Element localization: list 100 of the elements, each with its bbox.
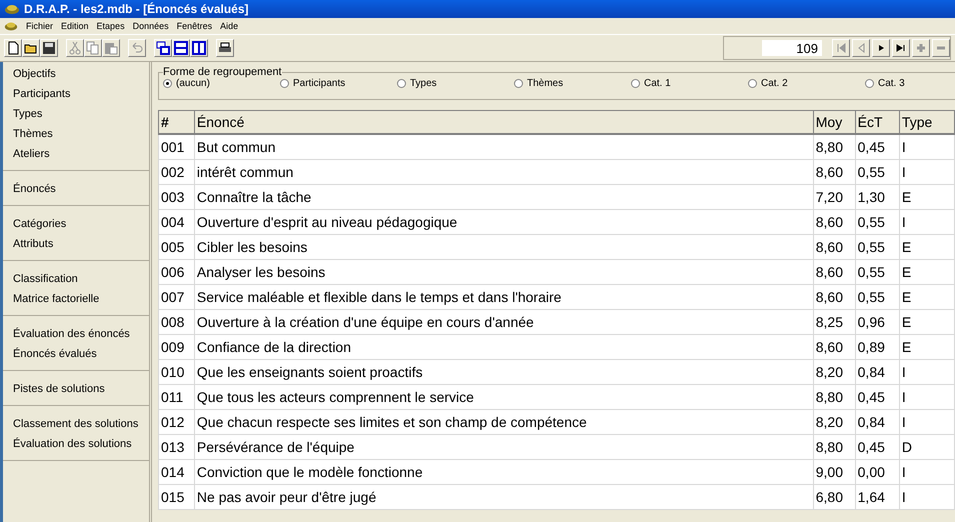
table-cell: 0,45: [855, 384, 900, 410]
table-cell: E: [899, 234, 954, 260]
radio-option[interactable]: (aucun): [163, 78, 280, 89]
table-cell: I: [899, 460, 954, 484]
sidebar-item[interactable]: Types: [13, 104, 149, 124]
radio-button[interactable]: [280, 79, 289, 88]
table-cell: I: [899, 410, 954, 434]
radio-option[interactable]: Cat. 3: [865, 78, 955, 89]
table-cell: 0,84: [855, 410, 900, 434]
menu-item[interactable]: Données: [132, 21, 169, 31]
sidebar-item[interactable]: Énoncés évalués: [13, 344, 149, 364]
radio-option[interactable]: Cat. 2: [748, 78, 865, 89]
tile-horizontal-button[interactable]: [172, 39, 190, 57]
column-header[interactable]: Type: [899, 110, 954, 134]
table-cell: 8,60: [813, 260, 856, 284]
table-cell: 002: [158, 160, 194, 184]
next-record-button[interactable]: [872, 39, 890, 57]
record-number-field[interactable]: 109: [762, 40, 822, 56]
table-cell: 012: [158, 410, 194, 434]
table-cell: 0,00: [855, 460, 900, 484]
undo-icon: [130, 41, 144, 55]
table-cell: 8,25: [813, 310, 856, 334]
sidebar-item[interactable]: Matrice factorielle: [13, 289, 149, 309]
table-cell: 013: [158, 434, 194, 460]
sidebar-item[interactable]: Participants: [13, 84, 149, 104]
tile-horizontal-icon: [174, 41, 188, 55]
sidebar-item[interactable]: Ateliers: [13, 144, 149, 164]
table-cell: 009: [158, 334, 194, 360]
copy-icon: [86, 41, 100, 55]
table-cell: Ouverture d'esprit au niveau pédagogique: [194, 210, 814, 234]
radio-button[interactable]: [163, 79, 172, 88]
table-cell: 011: [158, 384, 194, 410]
table-cell: Ouverture à la création d'une équipe en cours d'année: [194, 310, 814, 334]
radio-button[interactable]: [748, 79, 757, 88]
table-cell: 8,80: [813, 134, 856, 160]
table-cell: 0,96: [855, 310, 900, 334]
table-cell: But commun: [194, 134, 814, 160]
column-header[interactable]: ÉcT: [855, 110, 900, 134]
table-cell: E: [899, 260, 954, 284]
table-cell: 001: [158, 134, 194, 160]
print-button[interactable]: [216, 39, 234, 57]
table-cell: 7,20: [813, 184, 856, 210]
table-cell: I: [899, 484, 954, 510]
column-header[interactable]: Énoncé: [194, 110, 814, 134]
radio-button[interactable]: [631, 79, 640, 88]
column-header[interactable]: #: [158, 110, 194, 134]
table-cell: Cibler les besoins: [194, 234, 814, 260]
sidebar-item[interactable]: Classement des solutions: [13, 414, 149, 434]
menu-item[interactable]: Aide: [220, 21, 238, 31]
column-header[interactable]: Moy: [813, 110, 856, 134]
radio-option[interactable]: Participants: [280, 78, 397, 89]
sidebar-item[interactable]: Évaluation des énoncés: [13, 324, 149, 344]
table-cell: Ne pas avoir peur d'être jugé: [194, 484, 814, 510]
table-cell: Persévérance de l'équipe: [194, 434, 814, 460]
sidebar-item[interactable]: Évaluation des solutions: [13, 434, 149, 454]
sidebar-item[interactable]: Catégories: [13, 214, 149, 234]
sidebar-item[interactable]: Pistes de solutions: [13, 379, 149, 399]
table-cell: 8,60: [813, 234, 856, 260]
table-cell: 8,60: [813, 160, 856, 184]
menu-item[interactable]: Etapes: [96, 21, 125, 31]
radio-button[interactable]: [397, 79, 406, 88]
cascade-button[interactable]: [154, 39, 172, 57]
table-cell: 8,20: [813, 360, 856, 384]
menu-item[interactable]: Fenêtres: [176, 21, 212, 31]
plus-icon: [914, 41, 928, 55]
sidebar-item[interactable]: Classification: [13, 269, 149, 289]
sidebar-item[interactable]: Objectifs: [13, 64, 149, 84]
new-button[interactable]: [4, 39, 22, 57]
table-cell: Que les enseignants soient proactifs: [194, 360, 814, 384]
tile-vertical-button[interactable]: [190, 39, 208, 57]
table-cell: 0,45: [855, 434, 900, 460]
table-cell: 008: [158, 310, 194, 334]
save-button[interactable]: [40, 39, 58, 57]
table-cell: Connaître la tâche: [194, 184, 814, 210]
radio-button[interactable]: [865, 79, 874, 88]
table-cell: 8,60: [813, 210, 856, 234]
table-cell: Conviction que le modèle fonctionne: [194, 460, 814, 484]
radio-option[interactable]: Types: [397, 78, 514, 89]
radio-option[interactable]: Thèmes: [514, 78, 631, 89]
table-cell: 8,80: [813, 384, 856, 410]
group-title: Forme de regroupement: [163, 66, 282, 78]
app-icon: [4, 20, 18, 32]
menu-item[interactable]: Fichier: [26, 21, 54, 31]
table-cell: 8,20: [813, 410, 856, 434]
table-cell: I: [899, 210, 954, 234]
scissors-icon: [68, 41, 82, 55]
table-cell: 0,45: [855, 134, 900, 160]
sidebar-item[interactable]: Énoncés: [13, 179, 149, 199]
table-cell: 0,55: [855, 210, 900, 234]
table-cell: I: [899, 384, 954, 410]
sidebar-item[interactable]: Attributs: [13, 234, 149, 254]
radio-option[interactable]: Cat. 1: [631, 78, 748, 89]
table-cell: 0,84: [855, 360, 900, 384]
menu-item[interactable]: Edition: [61, 21, 89, 31]
open-button[interactable]: [22, 39, 40, 57]
table-cell: 005: [158, 234, 194, 260]
radio-button[interactable]: [514, 79, 523, 88]
last-record-button[interactable]: [892, 39, 910, 57]
sidebar-item[interactable]: Thèmes: [13, 124, 149, 144]
table-cell: 007: [158, 284, 194, 310]
